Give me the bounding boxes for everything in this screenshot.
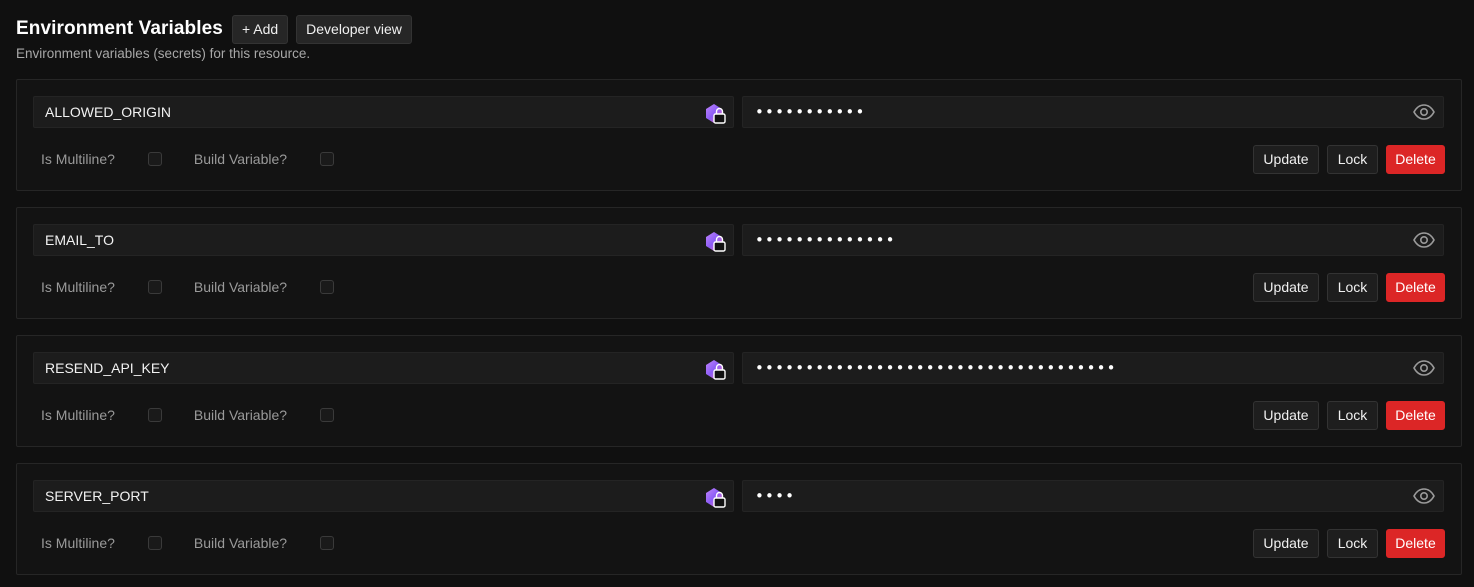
variable-actions: Update Lock Delete <box>1245 528 1445 558</box>
variable-value-field[interactable]: ••••••••••• <box>742 96 1444 128</box>
variable-key-field[interactable]: RESEND_API_KEY <box>33 352 734 384</box>
variable-key-field[interactable]: ALLOWED_ORIGIN <box>33 96 734 128</box>
variable-key-field[interactable]: EMAIL_TO <box>33 224 734 256</box>
developer-view-button[interactable]: Developer view <box>296 14 412 44</box>
lock-button[interactable]: Lock <box>1327 272 1378 302</box>
multiline-checkbox[interactable] <box>147 408 162 422</box>
multiline-label: Is Multiline? <box>41 151 115 167</box>
build-variable-label: Build Variable? <box>193 535 288 551</box>
build-variable-checkbox[interactable] <box>320 280 335 294</box>
update-button[interactable]: Update <box>1253 144 1319 174</box>
page-header: Environment Variables + Add Developer vi… <box>16 14 1458 44</box>
update-button[interactable]: Update <box>1253 400 1319 430</box>
eye-icon[interactable] <box>1413 360 1435 376</box>
variable-value-masked: •••••••••••••• <box>755 231 896 249</box>
multiline-checkbox[interactable] <box>147 152 162 166</box>
variable-value-field[interactable]: •••• <box>742 480 1444 512</box>
env-variable-card: SERVER_PORT •••• Is Multiline? Build Var… <box>16 463 1462 575</box>
eye-icon[interactable] <box>1413 104 1435 120</box>
lock-badge-icon <box>706 232 726 252</box>
multiline-label: Is Multiline? <box>41 407 115 423</box>
lock-badge-icon <box>706 488 726 508</box>
variable-value-field[interactable]: •••••••••••••••••••••••••••••••••••• <box>742 352 1444 384</box>
add-variable-button[interactable]: + Add <box>231 14 289 44</box>
variable-value-field[interactable]: •••••••••••••• <box>742 224 1444 256</box>
variable-actions: Update Lock Delete <box>1245 144 1445 174</box>
variable-key-text: SERVER_PORT <box>45 488 149 504</box>
variable-actions: Update Lock Delete <box>1245 400 1445 430</box>
delete-button[interactable]: Delete <box>1386 528 1445 558</box>
multiline-checkbox[interactable] <box>147 280 162 294</box>
lock-button[interactable]: Lock <box>1327 528 1378 558</box>
variables-list: ALLOWED_ORIGIN ••••••••••• Is Multiline?… <box>16 79 1462 575</box>
multiline-label: Is Multiline? <box>41 279 115 295</box>
env-variable-card: ALLOWED_ORIGIN ••••••••••• Is Multiline?… <box>16 79 1462 191</box>
build-variable-label: Build Variable? <box>193 151 288 167</box>
variable-key-field[interactable]: SERVER_PORT <box>33 480 734 512</box>
multiline-label: Is Multiline? <box>41 535 115 551</box>
env-variable-card: RESEND_API_KEY •••••••••••••••••••••••••… <box>16 335 1462 447</box>
eye-icon[interactable] <box>1413 488 1435 504</box>
page-title: Environment Variables <box>16 18 223 39</box>
build-variable-label: Build Variable? <box>193 407 288 423</box>
update-button[interactable]: Update <box>1253 528 1319 558</box>
lock-badge-icon <box>706 104 726 124</box>
eye-icon[interactable] <box>1413 232 1435 248</box>
build-variable-checkbox[interactable] <box>320 408 335 422</box>
lock-button[interactable]: Lock <box>1327 144 1378 174</box>
build-variable-label: Build Variable? <box>193 279 288 295</box>
variable-actions: Update Lock Delete <box>1245 272 1445 302</box>
delete-button[interactable]: Delete <box>1386 400 1445 430</box>
build-variable-checkbox[interactable] <box>320 152 335 166</box>
lock-badge-icon <box>706 360 726 380</box>
page-subtitle: Environment variables (secrets) for this… <box>16 46 311 61</box>
variable-value-masked: ••••••••••• <box>755 103 866 121</box>
update-button[interactable]: Update <box>1253 272 1319 302</box>
variable-key-text: ALLOWED_ORIGIN <box>45 104 172 120</box>
env-variable-card: EMAIL_TO •••••••••••••• Is Multiline? Bu… <box>16 207 1462 319</box>
build-variable-checkbox[interactable] <box>320 536 335 550</box>
multiline-checkbox[interactable] <box>147 536 162 550</box>
environment-variables-page: Environment Variables + Add Developer vi… <box>0 0 1474 587</box>
variable-key-text: RESEND_API_KEY <box>45 360 170 376</box>
variable-value-masked: •••••••••••••••••••••••••••••••••••• <box>755 359 1117 377</box>
variable-key-text: EMAIL_TO <box>45 232 114 248</box>
delete-button[interactable]: Delete <box>1386 272 1445 302</box>
delete-button[interactable]: Delete <box>1386 144 1445 174</box>
lock-button[interactable]: Lock <box>1327 400 1378 430</box>
variable-value-masked: •••• <box>755 487 796 505</box>
